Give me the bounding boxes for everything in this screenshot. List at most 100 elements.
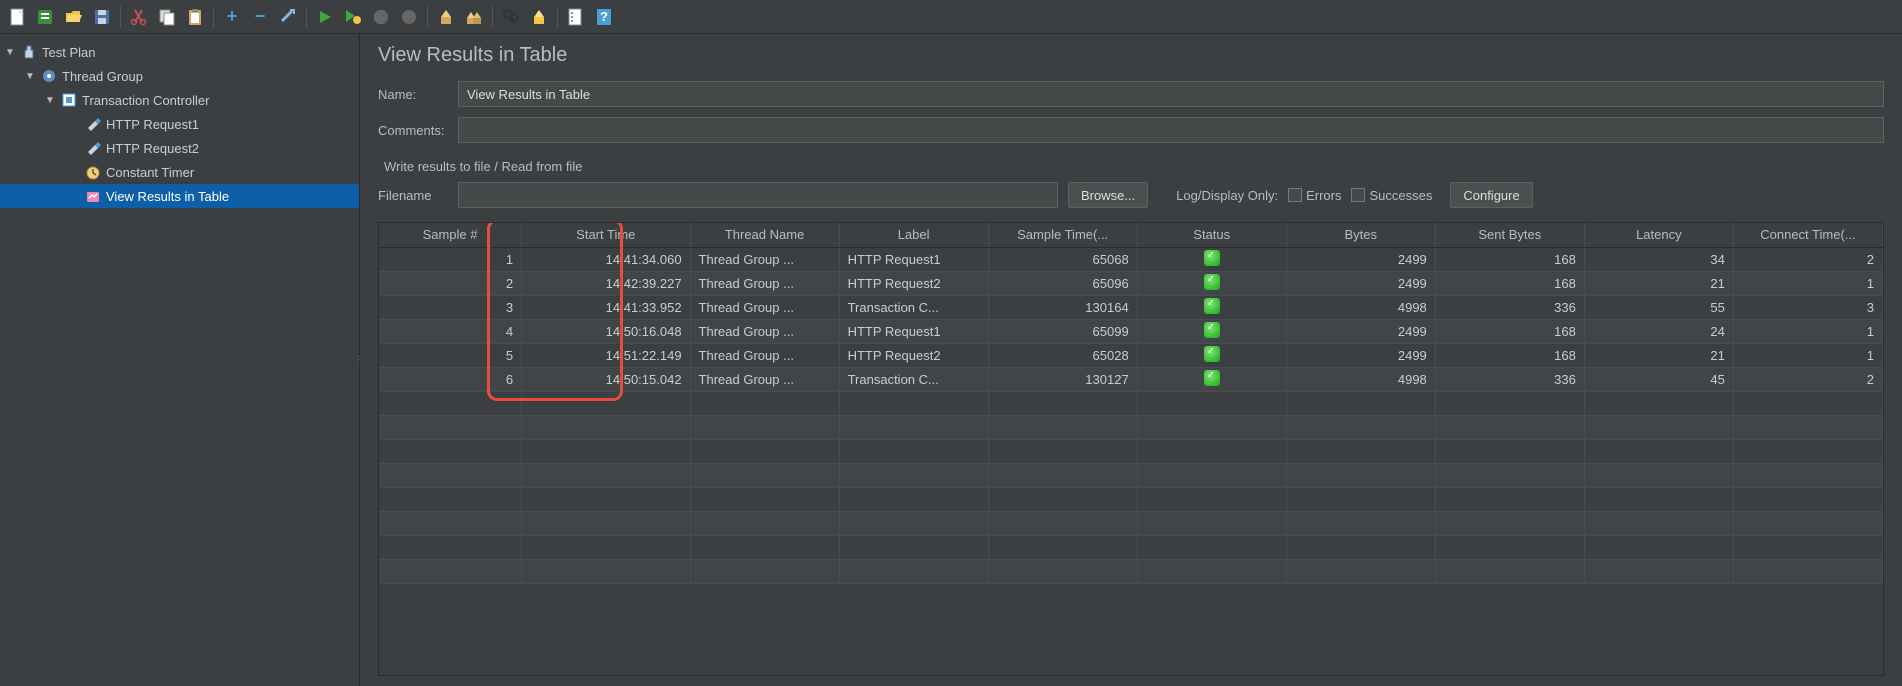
table-cell: Thread Group ... (690, 271, 839, 295)
table-cell: 2499 (1286, 271, 1435, 295)
start-icon[interactable] (313, 5, 337, 29)
tree-node-view-results-in-table[interactable]: View Results in Table (0, 184, 359, 208)
templates-icon[interactable] (34, 5, 58, 29)
status-ok-icon (1204, 322, 1220, 338)
start-no-pause-icon[interactable] (341, 5, 365, 29)
table-cell: 1 (379, 247, 522, 271)
options-icon[interactable] (564, 5, 588, 29)
table-cell: 21 (1584, 343, 1733, 367)
function-helper-icon[interactable] (527, 5, 551, 29)
filename-input[interactable] (458, 182, 1058, 208)
copy-icon[interactable] (155, 5, 179, 29)
clear-all-icon[interactable] (462, 5, 486, 29)
page-title: View Results in Table (378, 44, 1884, 67)
tree-node-transaction-controller[interactable]: ▼ Transaction Controller (0, 88, 359, 112)
chevron-down-icon[interactable]: ▼ (44, 95, 56, 106)
table-row[interactable]: 214:42:39.227Thread Group ...HTTP Reques… (379, 271, 1883, 295)
column-header[interactable]: Connect Time(... (1733, 223, 1882, 247)
table-cell: 65028 (988, 343, 1137, 367)
table-cell: 2 (1733, 247, 1882, 271)
table-cell: 336 (1435, 367, 1584, 391)
save-icon[interactable] (90, 5, 114, 29)
toolbar-separator (306, 6, 307, 28)
table-cell: 1 (1733, 271, 1882, 295)
table-cell: 130127 (988, 367, 1137, 391)
cut-icon[interactable] (127, 5, 151, 29)
paste-icon[interactable] (183, 5, 207, 29)
table-cell (1137, 367, 1286, 391)
column-header[interactable]: Latency (1584, 223, 1733, 247)
table-cell: 34 (1584, 247, 1733, 271)
comments-label: Comments: (378, 123, 458, 138)
table-cell (1137, 271, 1286, 295)
table-cell: 130164 (988, 295, 1137, 319)
table-row[interactable]: 314:41:33.952Thread Group ...Transaction… (379, 295, 1883, 319)
table-row[interactable]: 614:50:15.042Thread Group ...Transaction… (379, 367, 1883, 391)
column-header[interactable]: Status (1137, 223, 1286, 247)
successes-checkbox[interactable]: Successes (1351, 188, 1432, 203)
table-cell: 5 (379, 343, 522, 367)
name-input[interactable] (458, 81, 1884, 107)
column-header[interactable]: Sample Time(... (988, 223, 1137, 247)
browse-button[interactable]: Browse... (1068, 182, 1148, 208)
table-cell: Thread Group ... (690, 247, 839, 271)
table-row[interactable]: 514:51:22.149Thread Group ...HTTP Reques… (379, 343, 1883, 367)
comments-input[interactable] (458, 117, 1884, 143)
results-table[interactable]: Sample #Start TimeThread NameLabelSample… (379, 223, 1883, 584)
help-icon[interactable]: ? (592, 5, 616, 29)
splitter-handle[interactable]: ⋮ (354, 355, 363, 366)
toolbar-separator (557, 6, 558, 28)
tree-node-test-plan[interactable]: ▼ Test Plan (0, 40, 359, 64)
toolbar-separator (213, 6, 214, 28)
http-request-icon (84, 139, 102, 157)
table-cell: 14:50:16.048 (522, 319, 690, 343)
toggle-icon[interactable] (276, 5, 300, 29)
table-cell: Transaction C... (839, 295, 988, 319)
tree-label: Transaction Controller (82, 93, 209, 108)
table-cell: Thread Group ... (690, 343, 839, 367)
table-cell: 21 (1584, 271, 1733, 295)
column-header[interactable]: Thread Name (690, 223, 839, 247)
table-cell: 168 (1435, 343, 1584, 367)
table-cell: Thread Group ... (690, 367, 839, 391)
tree-node-http-request2[interactable]: HTTP Request2 (0, 136, 359, 160)
tree-node-constant-timer[interactable]: Constant Timer (0, 160, 359, 184)
tree-label: HTTP Request1 (106, 117, 199, 132)
stop-icon[interactable] (369, 5, 393, 29)
status-ok-icon (1204, 250, 1220, 266)
table-cell: 65068 (988, 247, 1137, 271)
table-cell (1137, 295, 1286, 319)
chevron-down-icon[interactable]: ▼ (24, 71, 36, 82)
column-header[interactable]: Sent Bytes (1435, 223, 1584, 247)
column-header[interactable]: Label (839, 223, 988, 247)
search-icon[interactable] (499, 5, 523, 29)
chevron-down-icon[interactable]: ▼ (4, 47, 16, 58)
configure-button[interactable]: Configure (1450, 182, 1532, 208)
column-header[interactable]: Sample # (379, 223, 522, 247)
toolbar-separator (427, 6, 428, 28)
clear-icon[interactable] (434, 5, 458, 29)
table-cell: 14:51:22.149 (522, 343, 690, 367)
open-icon[interactable] (62, 5, 86, 29)
shutdown-icon[interactable] (397, 5, 421, 29)
table-cell: 4 (379, 319, 522, 343)
expand-icon[interactable]: + (220, 5, 244, 29)
table-cell: 2 (1733, 367, 1882, 391)
timer-icon (84, 163, 102, 181)
table-row[interactable]: 114:41:34.060Thread Group ...HTTP Reques… (379, 247, 1883, 271)
test-plan-icon (20, 43, 38, 61)
new-icon[interactable] (6, 5, 30, 29)
tree-node-thread-group[interactable]: ▼ Thread Group (0, 64, 359, 88)
table-cell: 2499 (1286, 319, 1435, 343)
table-cell: 45 (1584, 367, 1733, 391)
table-cell (1137, 343, 1286, 367)
tree-node-http-request1[interactable]: HTTP Request1 (0, 112, 359, 136)
column-header[interactable]: Start Time (522, 223, 690, 247)
collapse-icon[interactable]: − (248, 5, 272, 29)
http-request-icon (84, 115, 102, 133)
table-row[interactable]: 414:50:16.048Thread Group ...HTTP Reques… (379, 319, 1883, 343)
errors-checkbox[interactable]: Errors (1288, 188, 1341, 203)
test-plan-tree[interactable]: ▼ Test Plan ▼ Thread Group ▼ Transaction… (0, 34, 360, 686)
column-header[interactable]: Bytes (1286, 223, 1435, 247)
status-ok-icon (1204, 346, 1220, 362)
